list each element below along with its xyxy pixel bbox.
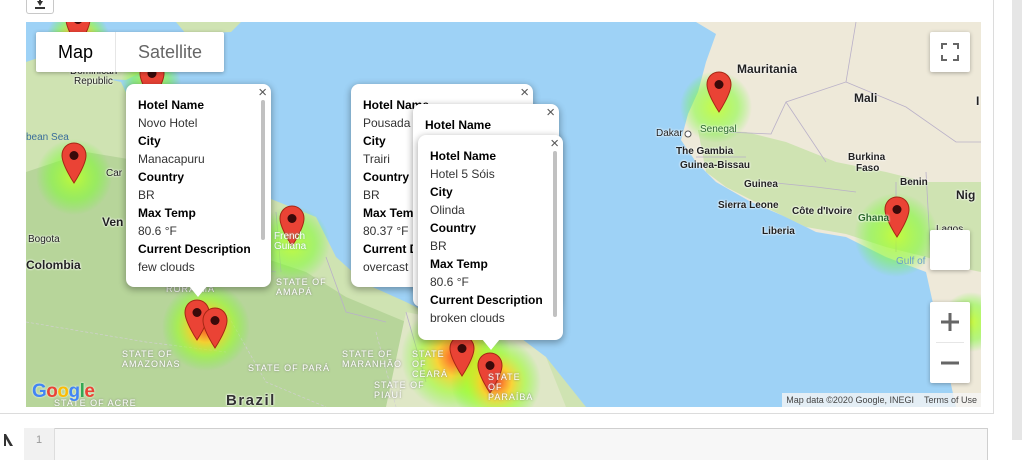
field-label: Current Description bbox=[430, 293, 543, 307]
hotel-info: Hotel Name bbox=[425, 116, 559, 134]
info-window-scrollbar[interactable] bbox=[553, 151, 557, 317]
page-scrollbar-thumb[interactable] bbox=[1012, 0, 1022, 440]
plus-icon bbox=[941, 313, 959, 331]
country-value: BR bbox=[430, 239, 447, 253]
close-icon[interactable]: × bbox=[550, 136, 559, 151]
close-icon[interactable]: × bbox=[546, 105, 555, 120]
country-value: BR bbox=[138, 188, 155, 202]
label-bogota: Bogota bbox=[28, 234, 60, 245]
label-amapa: STATE OF AMAPÁ bbox=[276, 277, 327, 297]
label-republic: Republic bbox=[74, 76, 113, 87]
info-window-pointer bbox=[189, 286, 207, 297]
label-benin: Benin bbox=[900, 177, 928, 188]
map-attribution-bar: Map data ©2020 Google, INEGI Terms of Us… bbox=[782, 393, 981, 407]
label-venezuela-fragment: Ven bbox=[102, 215, 124, 229]
label-caribbean-sea: bean Sea bbox=[26, 132, 69, 143]
description-value: broken clouds bbox=[430, 311, 505, 325]
label-para: STATE OF PARÁ bbox=[248, 363, 331, 373]
next-code-cell[interactable] bbox=[24, 428, 988, 460]
field-label: Current Description bbox=[138, 242, 251, 256]
close-icon[interactable]: × bbox=[520, 85, 529, 100]
label-fragment-i: I bbox=[976, 94, 980, 108]
street-view-pegman-button[interactable] bbox=[930, 230, 970, 270]
line-number: 1 bbox=[36, 434, 43, 446]
label-french-guiana: French Guiana bbox=[274, 231, 307, 252]
city-value: Olinda bbox=[430, 203, 465, 217]
hotel-info: Hotel Name Novo Hotel City Manacapuru Co… bbox=[138, 96, 271, 276]
info-window-hotel-5-sois[interactable]: × Hotel Name Hotel 5 Sóis City Olinda Co… bbox=[418, 135, 563, 340]
notebook-output-area: 1 Republic bean Sea Car Ven Bogota Colom… bbox=[0, 0, 1026, 460]
max-temp-value: 80.6 °F bbox=[430, 275, 469, 289]
label-paraiba: STATE OF PARAÍBA bbox=[488, 372, 534, 402]
label-mali: Mali bbox=[854, 91, 878, 105]
field-label: Max Temp bbox=[138, 206, 196, 220]
minus-icon bbox=[941, 361, 959, 365]
label-mauritania: Mauritania bbox=[737, 62, 798, 76]
zoom-in-button[interactable] bbox=[930, 302, 970, 342]
field-label: City bbox=[430, 185, 453, 199]
info-window-novo-hotel[interactable]: × Hotel Name Novo Hotel City Manacapuru … bbox=[126, 84, 271, 287]
hotel-info: Hotel Name Hotel 5 Sóis City Olinda Coun… bbox=[430, 147, 563, 327]
fullscreen-icon bbox=[941, 43, 959, 61]
zoom-out-button[interactable] bbox=[930, 343, 970, 383]
label-ghana: Ghana bbox=[858, 213, 890, 224]
field-label: City bbox=[138, 134, 161, 148]
hotel-name-value: Hotel 5 Sóis bbox=[430, 167, 495, 181]
description-value: few clouds bbox=[138, 260, 195, 274]
fullscreen-button[interactable] bbox=[930, 32, 970, 72]
label-ceara: STATE OF CEARÁ bbox=[412, 349, 449, 379]
label-amazonas: STATE OF AMAZONAS bbox=[122, 349, 181, 369]
map-data-attribution: Map data ©2020 Google, INEGI bbox=[786, 395, 914, 405]
google-logo[interactable]: Google bbox=[32, 381, 95, 403]
info-window-pointer bbox=[482, 339, 500, 350]
label-maranhao: STATE OF MARANHÃO bbox=[342, 349, 403, 369]
field-label: Hotel Name bbox=[430, 149, 497, 163]
label-senegal: Senegal bbox=[700, 124, 737, 135]
label-niger-fragment: Nig bbox=[956, 188, 976, 202]
zoom-control bbox=[930, 302, 970, 383]
google-map[interactable]: Dominican Republic bean Sea Car Ven Bogo… bbox=[26, 22, 981, 407]
label-colombia: Colombia bbox=[26, 258, 81, 272]
label-dakar: Dakar bbox=[656, 128, 683, 139]
map-type-control: Map Satellite bbox=[36, 32, 225, 72]
field-label: Hotel Name bbox=[425, 118, 492, 132]
label-faso: Faso bbox=[856, 163, 880, 174]
label-the-gambia: The Gambia bbox=[676, 146, 734, 157]
label-cote-divoire: Côte d'Ivoire bbox=[792, 206, 853, 217]
label-car-fragment: Car bbox=[106, 168, 123, 179]
label-brazil: Brazil bbox=[226, 392, 276, 407]
city-value: Manacapuru bbox=[138, 152, 205, 166]
field-label: Max Temp bbox=[430, 257, 488, 271]
map-type-map-button[interactable]: Map bbox=[36, 32, 115, 72]
label-piaui: STATE OF PIAUÍ bbox=[374, 380, 425, 400]
hotel-name-value: Novo Hotel bbox=[138, 116, 198, 130]
label-burkina: Burkina bbox=[848, 152, 886, 163]
run-indicator-icon bbox=[4, 434, 13, 446]
field-label: Hotel Name bbox=[138, 98, 205, 112]
dakar-city-dot bbox=[684, 130, 692, 138]
label-guinea-bissau: Guinea-Bissau bbox=[680, 160, 751, 171]
label-guinea: Guinea bbox=[744, 179, 778, 190]
download-icon bbox=[35, 0, 45, 9]
info-window-scrollbar[interactable] bbox=[261, 100, 265, 240]
field-label: Country bbox=[430, 221, 476, 235]
label-liberia: Liberia bbox=[762, 226, 795, 237]
map-type-satellite-button[interactable]: Satellite bbox=[115, 32, 224, 72]
field-label: Country bbox=[138, 170, 184, 184]
max-temp-value: 80.6 °F bbox=[138, 224, 177, 238]
label-gulf-of: Gulf of bbox=[896, 256, 926, 267]
download-button[interactable] bbox=[26, 0, 54, 14]
terms-of-use-link[interactable]: Terms of Use bbox=[924, 395, 977, 405]
label-sierra-leone: Sierra Leone bbox=[718, 200, 779, 211]
close-icon[interactable]: × bbox=[258, 85, 267, 100]
